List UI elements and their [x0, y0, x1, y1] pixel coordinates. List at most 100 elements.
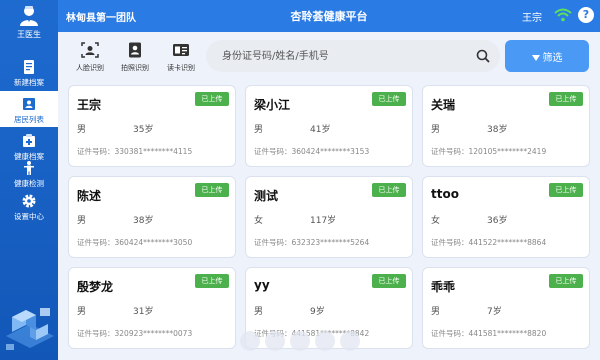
doctor-profile[interactable]: 王医生	[0, 0, 58, 44]
resident-age: 35岁	[133, 125, 154, 135]
dock-button[interactable]	[290, 331, 310, 351]
resident-gender: 男	[77, 216, 87, 226]
health-record-icon	[23, 134, 35, 147]
resident-name: 乖乖	[431, 280, 456, 294]
resident-id-line: 证件号码：330381********4115	[77, 146, 192, 157]
id-number: 441581********8820	[468, 329, 547, 338]
resident-id-line: 证件号码：441581********8820	[431, 328, 546, 339]
resident-age: 31岁	[133, 307, 154, 317]
resident-name: yy	[254, 278, 270, 292]
resident-name: 殷梦龙	[77, 280, 114, 294]
card-reader-icon	[173, 44, 189, 56]
resident-gender: 女	[254, 216, 264, 226]
resident-card[interactable]: 已上传 梁小江 男 41岁 证件号码：360424********3153	[245, 85, 413, 167]
resident-gender: 男	[77, 307, 87, 317]
resident-id-line: 证件号码：360424********3153	[254, 146, 369, 157]
id-label: 证件号码：	[77, 329, 115, 338]
resident-age: 36岁	[487, 216, 508, 226]
health-check-icon	[24, 161, 34, 175]
resident-gender: 女	[431, 216, 441, 226]
dock-button[interactable]	[315, 331, 335, 351]
status-badge: 已上传	[549, 92, 583, 106]
id-number: 360424********3050	[114, 238, 193, 247]
nav-settings[interactable]: 设置中心	[0, 188, 58, 224]
id-label: 证件号码：	[431, 238, 469, 247]
id-label: 证件号码：	[254, 238, 292, 247]
resident-name: 测试	[254, 189, 279, 203]
card-reader-button[interactable]: 读卡识别	[161, 40, 201, 76]
face-recognition-icon	[81, 42, 99, 58]
nav-label: 居民列表	[14, 115, 44, 124]
status-badge: 已上传	[195, 274, 229, 288]
status-badge: 已上传	[549, 183, 583, 197]
nav-health-check[interactable]: 健康检测	[0, 155, 58, 191]
resident-name: 关瑞	[431, 98, 456, 112]
page-title: 杏聆荟健康平台	[290, 10, 368, 23]
resident-age: 9岁	[310, 307, 325, 317]
id-number: 632323********5264	[291, 238, 370, 247]
current-user[interactable]: 王宗	[522, 9, 542, 24]
wifi-icon	[554, 8, 572, 22]
id-number: 320923********0073	[114, 329, 193, 338]
resident-name: 陈述	[77, 189, 102, 203]
id-number: 330381********4115	[114, 147, 193, 156]
resident-age: 117岁	[310, 216, 337, 226]
resident-age: 41岁	[310, 125, 331, 135]
doctor-avatar-icon	[20, 6, 38, 26]
resident-id-line: 证件号码：360424********3050	[77, 237, 192, 248]
resident-age: 38岁	[133, 216, 154, 226]
resident-card[interactable]: 已上传 测试 女 117岁 证件号码：632323********5264	[245, 176, 413, 258]
nav-resident-list[interactable]: 居民列表	[0, 91, 58, 127]
resident-id-line: 证件号码：320923********0073	[77, 328, 192, 339]
resident-card[interactable]: 已上传 ttoo 女 36岁 证件号码：441522********8864	[422, 176, 590, 258]
resident-card[interactable]: 已上传 乖乖 男 7岁 证件号码：441581********8820	[422, 267, 590, 349]
nav-label: 设置中心	[14, 212, 44, 221]
tool-label: 拍照识别	[121, 64, 149, 72]
tool-label: 人脸识别	[76, 64, 104, 72]
doctor-name: 王医生	[17, 30, 41, 39]
resident-card[interactable]: 已上传 陈述 男 38岁 证件号码：360424********3050	[68, 176, 236, 258]
search-bar	[206, 40, 500, 72]
dock-button[interactable]	[340, 331, 360, 351]
face-recognition-button[interactable]: 人脸识别	[70, 40, 110, 76]
resident-name: 梁小江	[254, 98, 291, 112]
resident-card[interactable]: 已上传 关瑞 男 38岁 证件号码：120105********2419	[422, 85, 590, 167]
status-badge: 已上传	[372, 92, 406, 106]
id-number: 360424********3153	[291, 147, 370, 156]
photo-id-icon	[129, 42, 141, 58]
resident-id-line: 证件号码：441522********8864	[431, 237, 546, 248]
resident-name: ttoo	[431, 187, 459, 201]
search-icon[interactable]	[476, 49, 490, 63]
id-label: 证件号码：	[431, 329, 469, 338]
resident-name: 王宗	[77, 98, 102, 112]
resident-gender: 男	[431, 125, 441, 135]
search-input[interactable]	[222, 46, 472, 66]
resident-card[interactable]: 已上传 王宗 男 35岁 证件号码：330381********4115	[68, 85, 236, 167]
nav-new-file[interactable]: 新建档案	[0, 54, 58, 90]
resident-age: 7岁	[487, 307, 502, 317]
tool-label: 读卡识别	[167, 64, 195, 72]
id-number: 441522********8864	[468, 238, 547, 247]
photo-id-button[interactable]: 拍照识别	[115, 40, 155, 76]
resident-list-icon	[23, 98, 35, 110]
resident-card[interactable]: 已上传 殷梦龙 男 31岁 证件号码：320923********0073	[68, 267, 236, 349]
status-badge: 已上传	[195, 183, 229, 197]
id-label: 证件号码：	[77, 238, 115, 247]
resident-gender: 男	[77, 125, 87, 135]
resident-id-line: 证件号码：632323********5264	[254, 237, 369, 248]
id-number: 120105********2419	[468, 147, 547, 156]
new-file-icon	[24, 60, 34, 74]
resident-gender: 男	[254, 125, 264, 135]
status-badge: 已上传	[372, 183, 406, 197]
filter-label: 筛选	[542, 52, 563, 64]
status-badge: 已上传	[372, 274, 406, 288]
status-badge: 已上传	[549, 274, 583, 288]
dock-button[interactable]	[240, 331, 260, 351]
dock-button[interactable]	[265, 331, 285, 351]
help-icon[interactable]: ?	[578, 7, 594, 23]
resident-gender: 男	[254, 307, 264, 317]
id-label: 证件号码：	[431, 147, 469, 156]
top-bar: 林甸县第一团队 杏聆荟健康平台 王宗 ?	[58, 0, 600, 32]
sidebar: 王医生 新建档案 居民列表 健康档案 健康检测 设置中心	[0, 0, 58, 360]
filter-button[interactable]: 筛选	[505, 40, 589, 72]
